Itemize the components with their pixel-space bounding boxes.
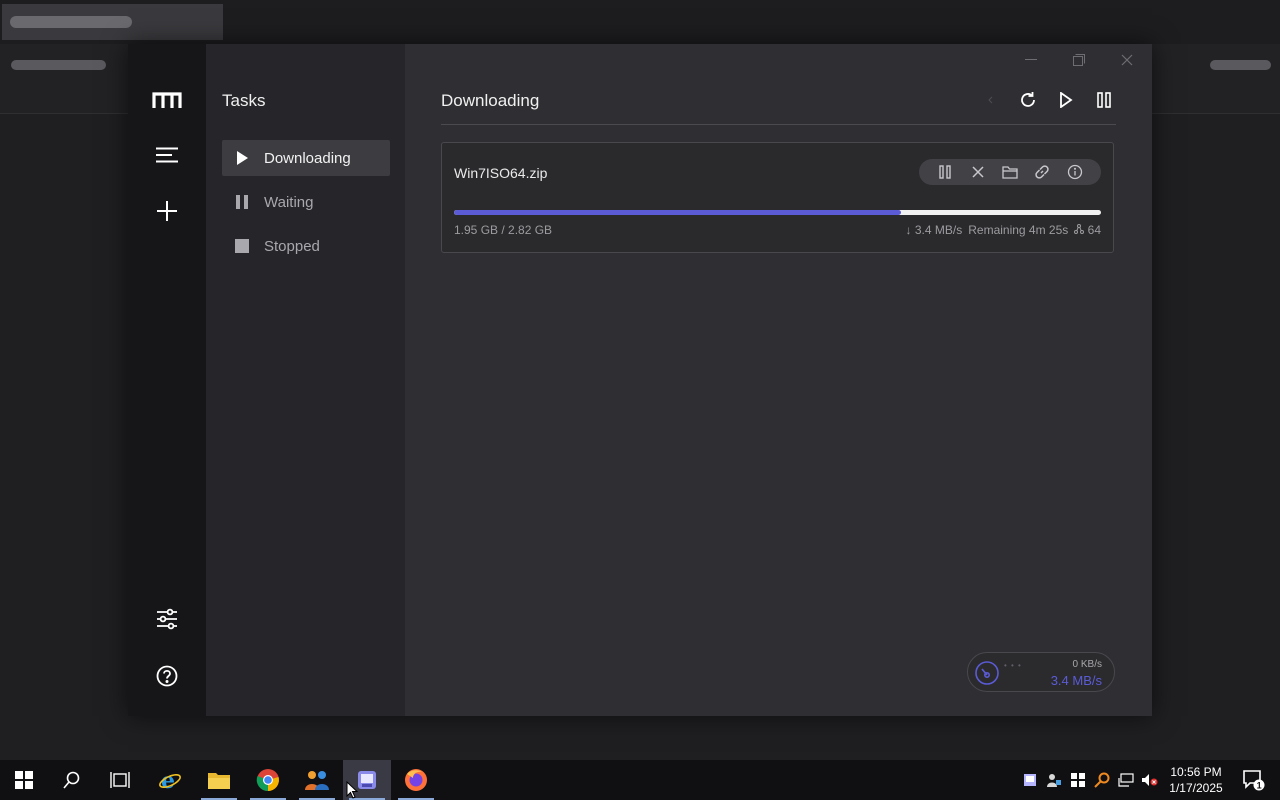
mouse-cursor-icon (346, 781, 358, 799)
people-app-icon[interactable] (293, 760, 341, 800)
file-explorer-icon[interactable] (195, 760, 243, 800)
delete-task-icon[interactable] (969, 163, 987, 181)
task-view-icon[interactable] (96, 760, 144, 800)
tray-app-icon[interactable] (1018, 760, 1042, 800)
menu-icon[interactable] (152, 140, 182, 170)
add-task-icon[interactable] (152, 196, 182, 226)
speedometer-decoration: • • • (1004, 661, 1022, 670)
task-info-icon[interactable] (1066, 163, 1084, 181)
system-tray (1018, 760, 1162, 800)
task-nav-stopped[interactable]: Stopped (222, 228, 390, 264)
header-actions (978, 88, 1116, 112)
taskbar: e 10:56 PM 1/17/2025 1 (0, 760, 1280, 800)
connections-icon (1074, 224, 1085, 234)
preferences-icon[interactable] (152, 604, 182, 634)
chrome-icon[interactable] (244, 760, 292, 800)
background-placeholder-right (1210, 60, 1271, 70)
app-logo-icon (152, 92, 182, 108)
task-nav-label: Downloading (264, 149, 351, 167)
task-card[interactable]: Win7ISO64.zip 1.95 GB / 2.82 GB ↓ 3.4 MB… (441, 142, 1114, 253)
clock-time: 10:56 PM (1170, 765, 1222, 779)
tasks-panel: Tasks Downloading Waiting Stopped (206, 44, 405, 716)
page-title: Downloading (441, 91, 540, 110)
background-tab (2, 4, 223, 40)
pause-task-icon[interactable] (936, 163, 954, 181)
task-progress-fill (454, 210, 902, 215)
tray-people-icon[interactable] (1042, 760, 1066, 800)
background-placeholder-left (11, 60, 106, 70)
action-center-icon[interactable]: 1 (1236, 760, 1272, 800)
network-icon[interactable] (1114, 760, 1138, 800)
task-filename: Win7ISO64.zip (454, 165, 548, 181)
tasks-title: Tasks (222, 91, 266, 110)
firefox-icon[interactable] (392, 760, 440, 800)
header-divider (441, 124, 1116, 125)
task-nav-downloading[interactable]: Downloading (222, 140, 390, 176)
minimize-icon[interactable] (1016, 50, 1046, 70)
speedometer-upload: 0 KB/s (1072, 659, 1102, 670)
taskbar-clock[interactable]: 10:56 PM 1/17/2025 (1160, 764, 1232, 796)
speedometer[interactable]: • • • 0 KB/s 3.4 MB/s (967, 652, 1115, 692)
internet-explorer-icon[interactable]: e (146, 760, 194, 800)
resume-all-icon[interactable] (1054, 88, 1078, 112)
help-icon[interactable] (152, 661, 182, 691)
clock-date: 1/17/2025 (1169, 781, 1223, 795)
open-folder-icon[interactable] (1001, 163, 1019, 181)
search-icon[interactable] (48, 760, 96, 800)
main-panel: Downloading Win7ISO64.zip 1.95 GB / 2.82… (405, 44, 1152, 716)
tray-security-icon[interactable] (1066, 760, 1090, 800)
task-remaining: Remaining 4m 25s (968, 223, 1069, 237)
back-chevron-icon[interactable] (978, 88, 1002, 112)
task-connections-count: 64 (1087, 223, 1101, 237)
side-rail (128, 44, 206, 716)
maximize-icon[interactable] (1064, 50, 1094, 70)
motrix-window: Tasks Downloading Waiting Stopped Downlo… (128, 44, 1152, 716)
task-progress-bar (454, 210, 1101, 215)
start-windows-icon[interactable] (0, 760, 48, 800)
tray-search-icon[interactable] (1090, 760, 1114, 800)
task-actions (919, 159, 1101, 185)
refresh-icon[interactable] (1016, 88, 1040, 112)
task-nav-label: Stopped (264, 237, 320, 255)
notification-count: 1 (1257, 781, 1262, 791)
pause-icon (234, 194, 250, 210)
task-size: 1.95 GB / 2.82 GB (454, 223, 553, 237)
play-icon (234, 150, 250, 166)
stop-icon (234, 238, 250, 254)
speedometer-icon (975, 661, 999, 685)
copy-link-icon[interactable] (1033, 163, 1051, 181)
task-stats: ↓ 3.4 MB/s Remaining 4m 25s 64 (906, 223, 1101, 237)
task-nav-label: Waiting (264, 193, 314, 211)
volume-muted-icon[interactable] (1138, 760, 1162, 800)
task-connections: 64 (1074, 223, 1101, 237)
close-icon[interactable] (1112, 50, 1142, 70)
task-speed: ↓ 3.4 MB/s (905, 223, 963, 237)
pause-all-icon[interactable] (1092, 88, 1116, 112)
task-nav-waiting[interactable]: Waiting (222, 184, 390, 220)
speedometer-download: 3.4 MB/s (1050, 673, 1102, 688)
